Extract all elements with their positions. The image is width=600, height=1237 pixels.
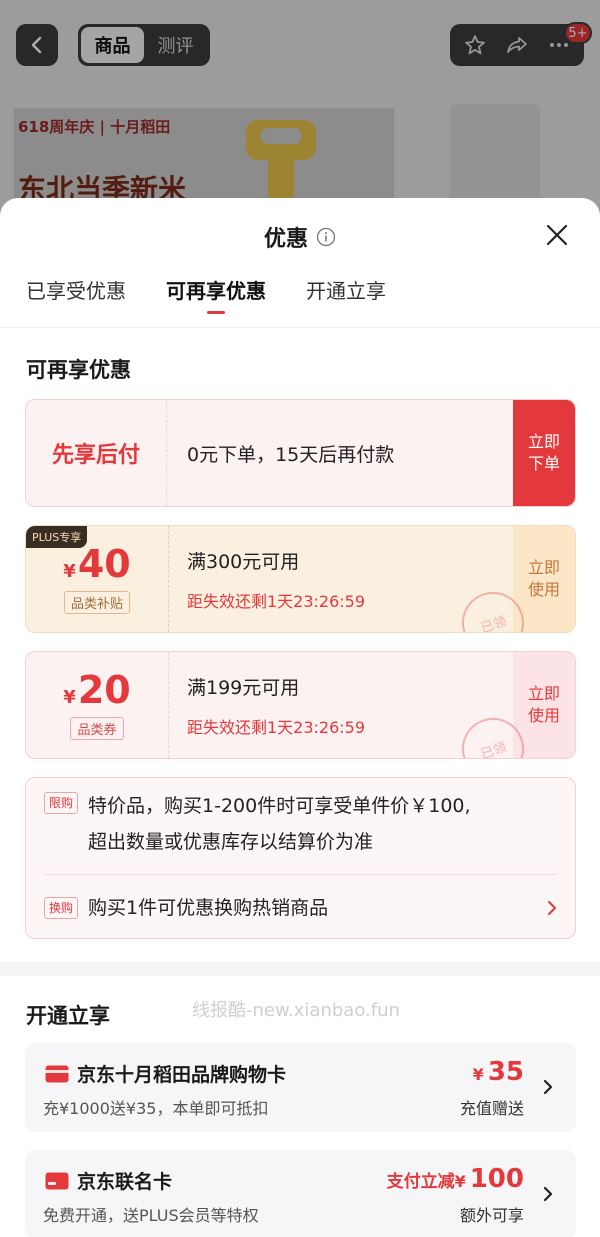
discount-sheet: 优惠 已享受优惠 可再享优惠 开通立享 可再享优惠 先享后付 0元下单，15天后…	[0, 198, 600, 1237]
currency-symbol: ¥	[472, 1065, 484, 1084]
offer-value: ¥ 35	[473, 1057, 524, 1087]
watermark-text: 线报酷-new.xianbao.fun	[192, 1000, 400, 1021]
offer-name: 京东联名卡	[77, 1171, 173, 1193]
limit-purchase-row: 限购 特价品，购买1-200件时可享受单件价￥100, 超出数量或优惠库存以结算…	[44, 788, 557, 860]
section-title-available: 可再享优惠	[26, 358, 131, 382]
swap-purchase-tag: 换购	[44, 897, 79, 919]
coupon-countdown: 距失效还剩1天23:26:59	[187, 717, 366, 737]
coupon-amount: ¥ 40	[63, 545, 130, 583]
coupon-amount-area: ¥ 20 品类券	[26, 652, 168, 758]
promotion-box: 限购 特价品，购买1-200件时可享受单件价￥100, 超出数量或优惠库存以结算…	[25, 777, 576, 939]
coupon-condition: 满300元可用	[187, 550, 300, 573]
pay-later-desc: 0元下单，15天后再付款	[187, 443, 395, 466]
swap-purchase-text: 购买1件可优惠换购热销商品	[88, 897, 329, 919]
coupon-kind-tag: 品类补贴	[63, 590, 130, 614]
co-branded-card-offer[interactable]: 京东联名卡 免费开通，送PLUS会员等特权 支付立减 ¥ 100 额外可享	[25, 1150, 576, 1237]
limit-purchase-line-2: 超出数量或优惠库存以结算价为准	[88, 831, 374, 853]
plus-coupon-card[interactable]: PLUS专享 ¥ 40 品类补贴 满300元可用 距失效还剩1天23:26:59…	[25, 525, 576, 633]
order-now-button[interactable]: 立即下单	[513, 400, 575, 506]
amount-value: 20	[77, 667, 131, 712]
chevron-right-icon[interactable]	[545, 898, 559, 918]
limit-purchase-line-1: 特价品，购买1-200件时可享受单件价￥100,	[88, 795, 471, 817]
tab-open-enjoy[interactable]: 开通立享	[306, 276, 386, 328]
limit-purchase-text: 特价品，购买1-200件时可享受单件价￥100, 超出数量或优惠库存以结算价为准	[88, 788, 471, 860]
offer-name: 京东十月稻田品牌购物卡	[77, 1064, 287, 1086]
coupon-amount: ¥ 20	[63, 671, 130, 709]
offer-desc: 充¥1000送¥35，本单即可抵扣	[43, 1099, 269, 1118]
chevron-right-icon	[543, 1079, 553, 1095]
value-prefix: 支付立减	[386, 1172, 455, 1192]
sheet-header: 优惠	[0, 198, 600, 276]
tab-more-available[interactable]: 可再享优惠	[166, 276, 266, 328]
offer-value: 支付立减 ¥ 100	[387, 1164, 524, 1194]
info-icon[interactable]	[316, 227, 336, 247]
section-title-open: 开通立享	[26, 1004, 110, 1028]
card-icon	[45, 1172, 69, 1190]
amount-value: 40	[77, 541, 131, 586]
currency-symbol: ¥	[63, 686, 76, 708]
plus-exclusive-badge: PLUS专享	[26, 526, 88, 548]
use-now-label: 立即使用	[527, 558, 560, 599]
offer-sub: 额外可享	[459, 1206, 524, 1225]
use-now-label: 立即使用	[527, 684, 560, 725]
chevron-right-icon	[543, 1186, 553, 1202]
pay-later-label: 先享后付	[51, 443, 140, 468]
category-coupon-card[interactable]: ¥ 20 品类券 满199元可用 距失效还剩1天23:26:59 已领 立即使用	[25, 651, 576, 759]
currency-symbol: ¥	[63, 560, 76, 582]
coupon-amount-area: PLUS专享 ¥ 40 品类补贴	[26, 526, 168, 632]
order-now-label: 立即下单	[527, 432, 560, 473]
swap-purchase-row[interactable]: 换购 购买1件可优惠换购热销商品	[44, 890, 557, 926]
tab-enjoyed[interactable]: 已享受优惠	[26, 276, 126, 328]
coupon-condition: 满199元可用	[187, 676, 300, 699]
background-product-page: 商品 测评 5+ 618周年庆 | 十月稻田 东北当季新米	[0, 0, 600, 220]
close-icon[interactable]	[544, 222, 570, 248]
value-number: 35	[487, 1057, 524, 1087]
coupon-kind-tag: 品类券	[70, 716, 124, 740]
sheet-title: 优惠	[263, 227, 308, 252]
pay-later-left: 先享后付	[26, 400, 166, 506]
offer-desc: 免费开通，送PLUS会员等特权	[43, 1206, 259, 1225]
shopping-card-offer[interactable]: 京东十月稻田品牌购物卡 充¥1000送¥35，本单即可抵扣 ¥ 35 充值赠送	[25, 1043, 576, 1132]
currency-symbol: ¥	[454, 1172, 466, 1191]
section-gap	[0, 962, 600, 976]
overlay-dim[interactable]	[0, 0, 600, 220]
coupon-countdown: 距失效还剩1天23:26:59	[187, 591, 366, 611]
value-number: 100	[469, 1164, 524, 1194]
card-icon	[45, 1065, 69, 1083]
limit-purchase-tag: 限购	[44, 792, 79, 814]
divider	[44, 874, 557, 875]
sheet-tabs: 已享受优惠 可再享优惠 开通立享	[0, 276, 600, 328]
pay-later-card[interactable]: 先享后付 0元下单，15天后再付款 立即下单	[25, 399, 576, 507]
offer-sub: 充值赠送	[459, 1099, 524, 1118]
